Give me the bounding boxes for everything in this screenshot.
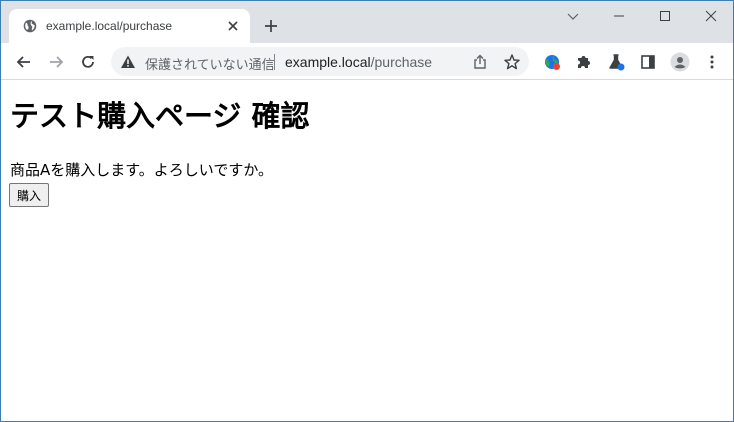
minimize-icon[interactable] (610, 7, 628, 25)
page-content: テスト購入ページ 確認 商品Aを購入します。よろしいですか。 購入 (1, 81, 733, 421)
tab-strip: example.local/purchase (1, 1, 733, 43)
toolbar: 保護されていない通信 example.local/purchase (1, 43, 733, 80)
flask-icon[interactable] (606, 52, 626, 72)
url-host: example.local (285, 54, 371, 70)
maximize-icon[interactable] (656, 7, 674, 25)
url-text[interactable]: example.local/purchase (285, 54, 432, 70)
plus-icon[interactable] (262, 17, 280, 35)
avatar-icon[interactable] (670, 52, 690, 72)
puzzle-icon[interactable] (574, 52, 594, 72)
globe-extension-icon[interactable] (542, 52, 562, 72)
back-arrow-icon[interactable] (14, 52, 34, 72)
buy-button[interactable]: 購入 (9, 183, 50, 207)
address-bar[interactable]: 保護されていない通信 example.local/purchase (111, 47, 529, 76)
omnibox-separator (274, 54, 275, 70)
browser-window: example.local/purchase 保護されていない通信 exampl… (0, 0, 734, 422)
purchase-confirm-message: 商品Aを購入します。よろしいですか。 (10, 161, 274, 179)
forward-arrow-icon[interactable] (46, 52, 66, 72)
page-title: テスト購入ページ 確認 (10, 99, 310, 133)
reload-icon[interactable] (78, 52, 98, 72)
tab-purchase[interactable]: example.local/purchase (9, 9, 250, 43)
close-icon[interactable] (225, 18, 241, 34)
share-icon[interactable] (471, 53, 489, 71)
tab-title: example.local/purchase (46, 19, 173, 33)
security-status-text[interactable]: 保護されていない通信 (145, 54, 275, 73)
globe-icon (23, 19, 37, 33)
chevron-down-icon[interactable] (564, 7, 582, 25)
warning-icon[interactable] (120, 54, 136, 70)
side-panel-icon[interactable] (638, 52, 658, 72)
kebab-menu-icon[interactable] (702, 52, 722, 72)
close-icon[interactable] (702, 7, 720, 25)
url-path: /purchase (370, 54, 433, 70)
star-icon[interactable] (503, 53, 521, 71)
